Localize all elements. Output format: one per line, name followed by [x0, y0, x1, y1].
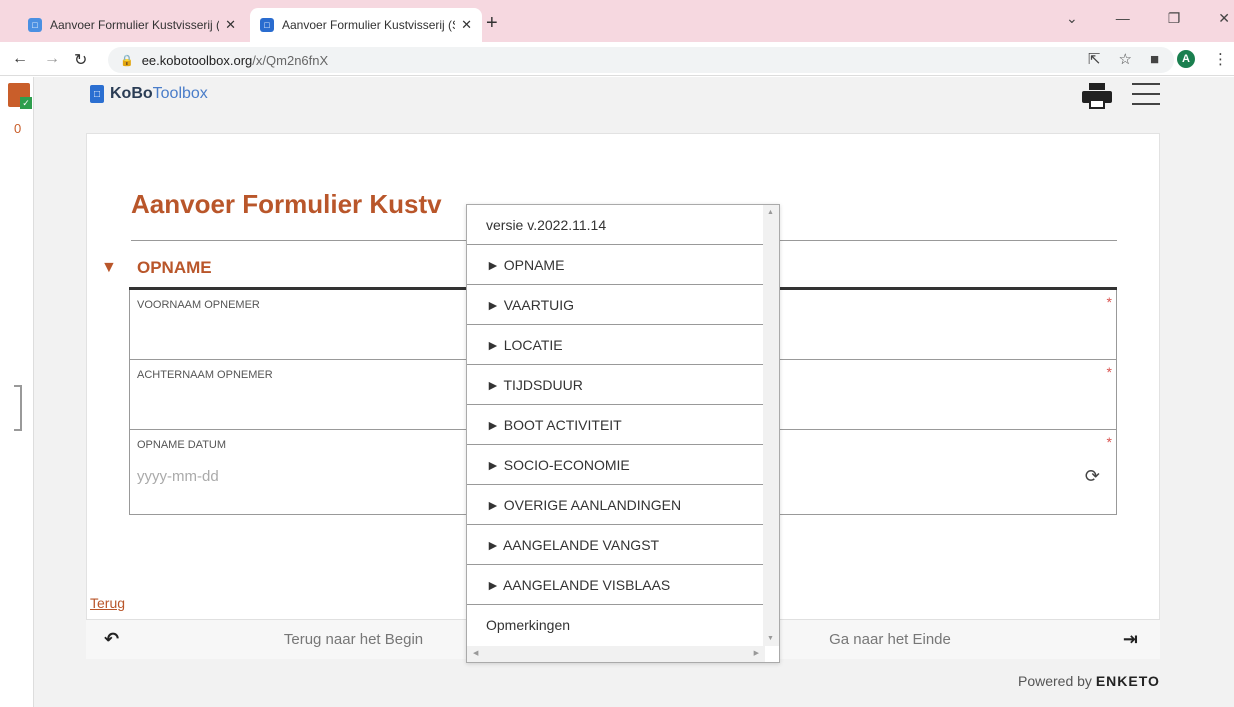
- toc-item-aangelande-visblaas[interactable]: ► AANGELANDE VISBLAAS: [467, 565, 763, 605]
- scroll-right-icon[interactable]: ▶: [754, 649, 759, 657]
- scroll-left-icon[interactable]: ◀: [473, 649, 478, 657]
- window-controls: ⌄ — ❐ ✕: [1066, 10, 1234, 27]
- required-marker: *: [1106, 434, 1112, 450]
- new-tab-button[interactable]: +: [486, 12, 498, 35]
- toc-item-overige-aanlandingen[interactable]: ► OVERIGE AANLANDINGEN: [467, 485, 763, 525]
- minimize-icon[interactable]: —: [1116, 10, 1130, 27]
- arrow-to-end-icon: ⇥: [1122, 629, 1138, 649]
- tab-search-icon[interactable]: ⌄: [1066, 10, 1078, 27]
- address-bar: ← → ↻ 🔒 ee.kobotoolbox.org/x/Qm2n6fnX ⇱ …: [0, 42, 1234, 76]
- url-path: /x/Qm2n6fnX: [252, 52, 329, 68]
- url-host: ee.kobotoolbox.org: [141, 52, 253, 68]
- scroll-up-icon[interactable]: ▲: [767, 209, 774, 216]
- nav-start-label: Terug naar het Begin: [283, 631, 424, 648]
- sync-status-icon[interactable]: ✓: [8, 83, 32, 109]
- question-label: VOORNAAM OPNEMER: [137, 299, 260, 311]
- date-input[interactable]: yyyy-mm-dd: [137, 468, 219, 485]
- tab-title: Aanvoer Formulier Kustvisserij (S: [50, 18, 220, 32]
- logo-kobo: KoBo: [110, 85, 153, 102]
- url-field[interactable]: 🔒 ee.kobotoolbox.org/x/Qm2n6fnX: [108, 47, 1174, 73]
- bookmark-star-icon[interactable]: ☆: [1118, 50, 1131, 68]
- close-window-icon[interactable]: ✕: [1218, 10, 1230, 27]
- queue-count: 0: [14, 121, 22, 136]
- kobotoolbox-logo[interactable]: □ KoBo Toolbox: [90, 85, 208, 103]
- side-handle[interactable]: [14, 385, 22, 431]
- side-panel-icon[interactable]: ■: [1150, 51, 1159, 68]
- group-label-opname[interactable]: OPNAME: [137, 258, 212, 278]
- profile-avatar[interactable]: A: [1177, 50, 1195, 68]
- check-icon: ✓: [20, 97, 32, 109]
- logo-toolbox: Toolbox: [152, 85, 208, 102]
- return-arrow-icon: ↶: [104, 629, 120, 649]
- tab-title: Aanvoer Formulier Kustvisserij (S: [282, 18, 456, 32]
- kobo-logo-icon: □: [90, 85, 104, 103]
- close-tab-icon[interactable]: ✕: [225, 17, 236, 33]
- browser-right-controls: ⇱ ☆ ■ A ⋮: [1088, 50, 1228, 68]
- enketo-logo: ENKETO: [1095, 673, 1160, 689]
- share-icon[interactable]: ⇱: [1088, 50, 1101, 68]
- forward-arrow-icon[interactable]: →: [44, 50, 60, 68]
- powered-by: Powered by ENKETO: [1018, 673, 1160, 689]
- maximize-icon[interactable]: ❐: [1168, 10, 1181, 27]
- kobo-favicon-icon: □: [28, 18, 42, 32]
- required-marker: *: [1106, 294, 1112, 310]
- required-marker: *: [1106, 364, 1112, 380]
- reload-icon[interactable]: ↻: [74, 50, 87, 70]
- back-link[interactable]: Terug: [90, 595, 125, 611]
- nav-end-label: Ga naar het Einde: [829, 631, 951, 648]
- close-tab-icon[interactable]: ✕: [461, 17, 472, 33]
- horizontal-scrollbar[interactable]: ◀ ▶: [467, 646, 765, 662]
- browser-tab-strip: □ Aanvoer Formulier Kustvisserij (S ✕ □ …: [0, 0, 1234, 42]
- toc-list: versie v.2022.11.14 ► OPNAME ► VAARTUIG …: [467, 205, 763, 645]
- hamburger-menu-icon[interactable]: [1132, 83, 1160, 105]
- page: ✓ 0 □ KoBo Toolbox Aanvoer Formulier Kust…: [0, 77, 1234, 707]
- caret-down-icon[interactable]: ▼: [101, 259, 117, 277]
- toc-item-opmerkingen[interactable]: Opmerkingen: [467, 605, 763, 645]
- toc-item-vaartuig[interactable]: ► VAARTUIG: [467, 285, 763, 325]
- question-label: ACHTERNAAM OPNEMER: [137, 369, 273, 381]
- lock-icon: 🔒: [120, 54, 134, 67]
- question-label: OPNAME DATUM: [137, 439, 227, 451]
- toc-item-tijdsduur[interactable]: ► TIJDSDUUR: [467, 365, 763, 405]
- toc-item-locatie[interactable]: ► LOCATIE: [467, 325, 763, 365]
- toc-item-socio-economie[interactable]: ► SOCIO-ECONOMIE: [467, 445, 763, 485]
- powered-by-text: Powered by: [1018, 673, 1092, 689]
- refresh-icon[interactable]: ⟳: [1085, 466, 1100, 487]
- browser-menu-icon[interactable]: ⋮: [1213, 50, 1228, 68]
- scroll-down-icon[interactable]: ▼: [767, 635, 774, 642]
- form-title: Aanvoer Formulier Kustv: [131, 189, 442, 219]
- browser-tab-inactive[interactable]: □ Aanvoer Formulier Kustvisserij (S ✕: [18, 8, 246, 42]
- offline-sidebar: ✓ 0: [0, 77, 34, 707]
- toc-dropdown: versie v.2022.11.14 ► OPNAME ► VAARTUIG …: [466, 204, 780, 663]
- toc-item-version[interactable]: versie v.2022.11.14: [467, 205, 763, 245]
- vertical-scrollbar[interactable]: ▲ ▼: [763, 205, 779, 646]
- back-arrow-icon[interactable]: ←: [12, 50, 28, 68]
- toc-item-boot-activiteit[interactable]: ► BOOT ACTIVITEIT: [467, 405, 763, 445]
- browser-tab-active[interactable]: □ Aanvoer Formulier Kustvisserij (S ✕: [250, 8, 482, 42]
- print-icon[interactable]: [1082, 83, 1112, 109]
- toc-item-aangelande-vangst[interactable]: ► AANGELANDE VANGST: [467, 525, 763, 565]
- toc-item-opname[interactable]: ► OPNAME: [467, 245, 763, 285]
- kobo-favicon-icon: □: [260, 18, 274, 32]
